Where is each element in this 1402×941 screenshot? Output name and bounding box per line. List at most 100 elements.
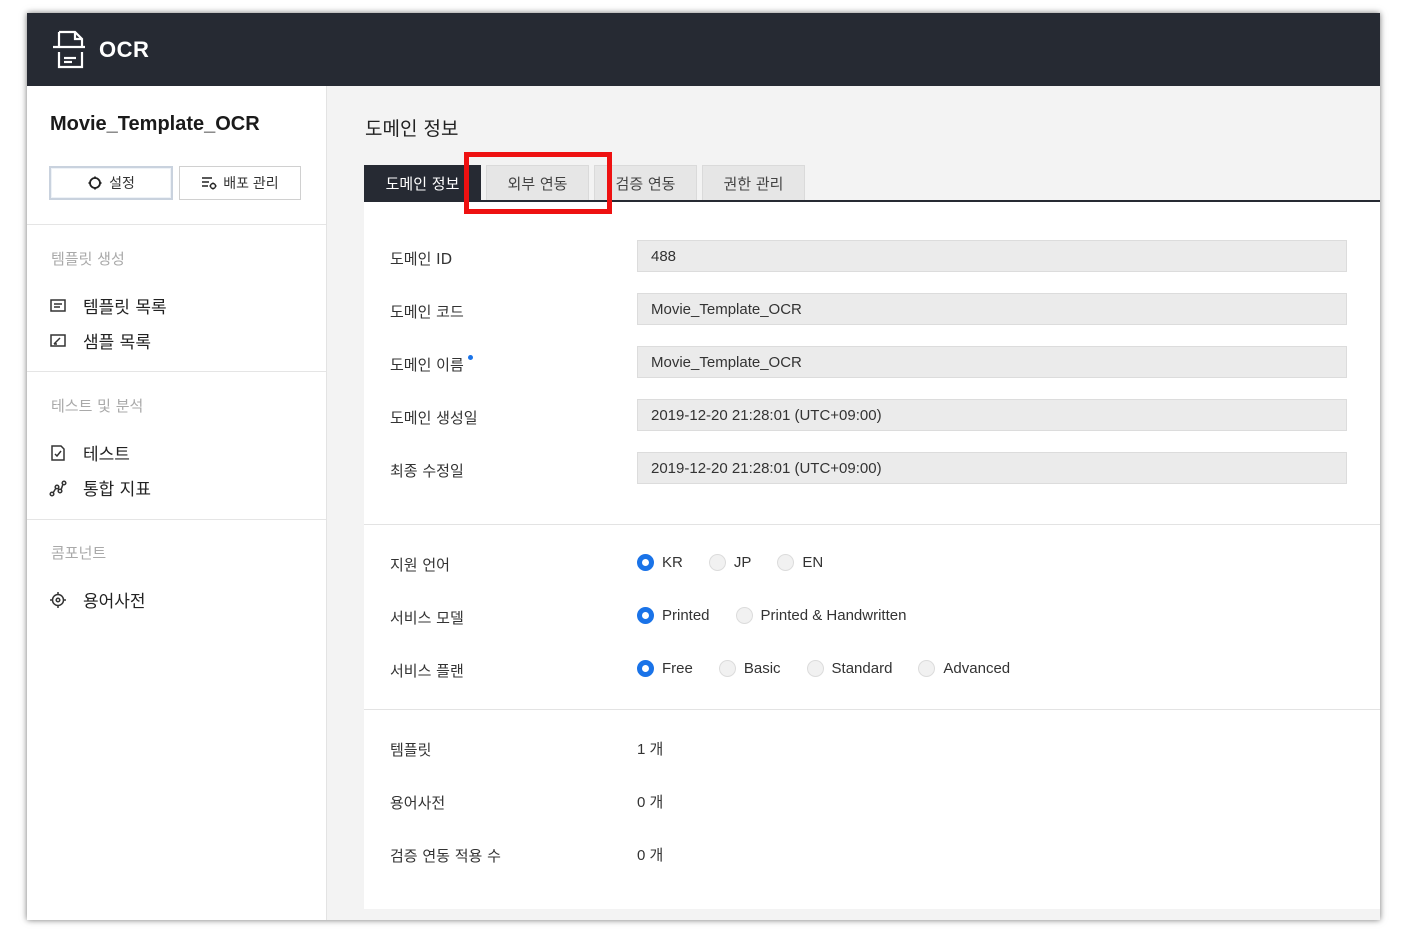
sidebar-divider [27, 371, 326, 372]
settings-button-label: 설정 [109, 175, 135, 191]
sidebar-item-label: 템플릿 목록 [83, 298, 167, 318]
radio-label: JP [733, 554, 752, 571]
radio-label: KR [662, 554, 683, 571]
check-doc-icon [51, 444, 65, 461]
required-indicator [467, 355, 473, 360]
radio-label: Advanced [943, 660, 1011, 677]
deploy-management-button[interactable]: 배포 관리 [179, 166, 301, 200]
gear-icon [88, 176, 102, 190]
label-text: 도메인 이름 [390, 356, 464, 374]
sidebar-item-label: 테스트 [83, 445, 130, 465]
label-text: 템플릿 [390, 741, 432, 759]
field-label-domain-code: 도메인 코드 [390, 301, 464, 322]
radio-kr[interactable]: KR [637, 554, 683, 571]
annotation-highlight-box [464, 152, 612, 214]
option-label-service-model: 서비스 모델 [390, 607, 464, 628]
radio-indicator [735, 607, 753, 624]
field-label-domain-name: 도메인 이름 [390, 354, 473, 375]
sidebar-divider [27, 224, 326, 225]
document-scan-icon [53, 30, 85, 68]
settings-button[interactable]: 설정 [49, 166, 173, 200]
sidebar: Movie_Template_OCR 설정 배포 관리 템플릿 생성 템플릿 목… [27, 86, 327, 920]
sidebar-divider [27, 519, 326, 520]
label-text: 도메인 ID [390, 250, 453, 268]
sidebar-item-integrated-metrics[interactable]: 통합 지표 [49, 475, 151, 500]
section-template-create: 템플릿 생성 [51, 250, 125, 268]
radio-label: Free [662, 660, 693, 677]
modified-date-field[interactable]: 2019-12-20 21:28:01 (UTC+09:00) [637, 452, 1347, 484]
label-text: 도메인 코드 [390, 303, 464, 321]
radio-label: Printed [662, 607, 710, 624]
label-text: 도메인 생성일 [390, 409, 478, 427]
radio-label: Standard [831, 660, 893, 677]
verification-count: 0 개 [637, 847, 664, 864]
radio-free[interactable]: Free [637, 660, 693, 677]
created-date-field[interactable]: 2019-12-20 21:28:01 (UTC+09:00) [637, 399, 1347, 431]
domain-code-field[interactable]: Movie_Template_OCR [637, 293, 1347, 325]
count-label-glossary: 용어사전 [390, 792, 445, 813]
radio-en[interactable]: EN [777, 554, 823, 571]
section-divider [364, 709, 1380, 710]
sidebar-item-glossary[interactable]: 용어사전 [49, 587, 146, 612]
deploy-button-label: 배포 관리 [223, 175, 279, 191]
field-label-modified-date: 최종 수정일 [390, 460, 464, 481]
sidebar-item-template-list[interactable]: 템플릿 목록 [49, 293, 167, 318]
label-text: 최종 수정일 [390, 462, 464, 480]
template-count: 1 개 [637, 741, 664, 758]
chart-nodes-icon [49, 479, 67, 497]
radio-indicator [777, 554, 795, 571]
domain-name-field[interactable]: Movie_Template_OCR [637, 346, 1347, 378]
radio-indicator [918, 660, 936, 677]
image-edit-icon [50, 333, 66, 347]
radio-jp[interactable]: JP [708, 554, 752, 571]
sidebar-item-label: 통합 지표 [83, 480, 151, 500]
radio-indicator [718, 660, 736, 677]
top-bar: OCR [27, 13, 1380, 86]
label-text: 서비스 모델 [390, 609, 464, 627]
count-label-template: 템플릿 [390, 739, 431, 760]
target-icon [50, 591, 66, 608]
glossary-count: 0 개 [637, 794, 664, 811]
domain-id-field[interactable]: 488 [637, 240, 1347, 272]
sidebar-item-sample-list[interactable]: 샘플 목록 [49, 328, 151, 353]
section-test-analysis: 테스트 및 분석 [51, 397, 144, 415]
service-plan-radio-group: Free Basic Standard Advanced [637, 660, 1036, 677]
label-text: 검증 연동 적용 수 [390, 847, 501, 865]
domain-info-content: 도메인 ID 488 도메인 코드 Movie_Template_OCR 도메인… [364, 202, 1380, 909]
radio-indicator [637, 607, 654, 624]
option-label-language: 지원 언어 [390, 554, 450, 575]
radio-label: Printed & Handwritten [760, 607, 907, 624]
radio-printed[interactable]: Printed [637, 607, 710, 624]
field-label-domain-id: 도메인 ID [390, 248, 452, 269]
section-divider [364, 524, 1380, 525]
service-model-radio-group: Printed Printed & Handwritten [637, 607, 932, 624]
page-title: 도메인 정보 [365, 118, 459, 140]
deploy-settings-icon [202, 177, 217, 190]
language-radio-group: KR JP EN [637, 554, 849, 571]
tab-permission-management[interactable]: 권한 관리 [702, 165, 805, 200]
label-text: 용어사전 [390, 794, 446, 812]
app-title: OCR [99, 36, 150, 62]
radio-basic[interactable]: Basic [718, 660, 781, 677]
radio-label: Basic [743, 660, 781, 677]
option-label-service-plan: 서비스 플랜 [390, 660, 464, 681]
sidebar-item-label: 샘플 목록 [83, 333, 151, 353]
project-name: Movie_Template_OCR [50, 113, 260, 135]
radio-standard[interactable]: Standard [806, 660, 893, 677]
radio-indicator [708, 554, 726, 571]
sidebar-item-label: 용어사전 [83, 592, 146, 612]
app-window: OCR Movie_Template_OCR 설정 배포 관리 템플릿 생성 템… [27, 13, 1380, 920]
list-icon [50, 298, 66, 312]
field-label-created-date: 도메인 생성일 [390, 407, 478, 428]
radio-printed-handwritten[interactable]: Printed & Handwritten [735, 607, 907, 624]
radio-label: EN [802, 554, 824, 571]
radio-indicator [637, 660, 654, 677]
radio-indicator [806, 660, 824, 677]
count-label-verification: 검증 연동 적용 수 [390, 845, 501, 866]
label-text: 지원 언어 [390, 556, 450, 574]
section-components: 콤포넌트 [51, 544, 107, 562]
radio-advanced[interactable]: Advanced [918, 660, 1010, 677]
label-text: 서비스 플랜 [390, 662, 464, 680]
radio-indicator [637, 554, 654, 571]
sidebar-item-test[interactable]: 테스트 [49, 440, 130, 465]
